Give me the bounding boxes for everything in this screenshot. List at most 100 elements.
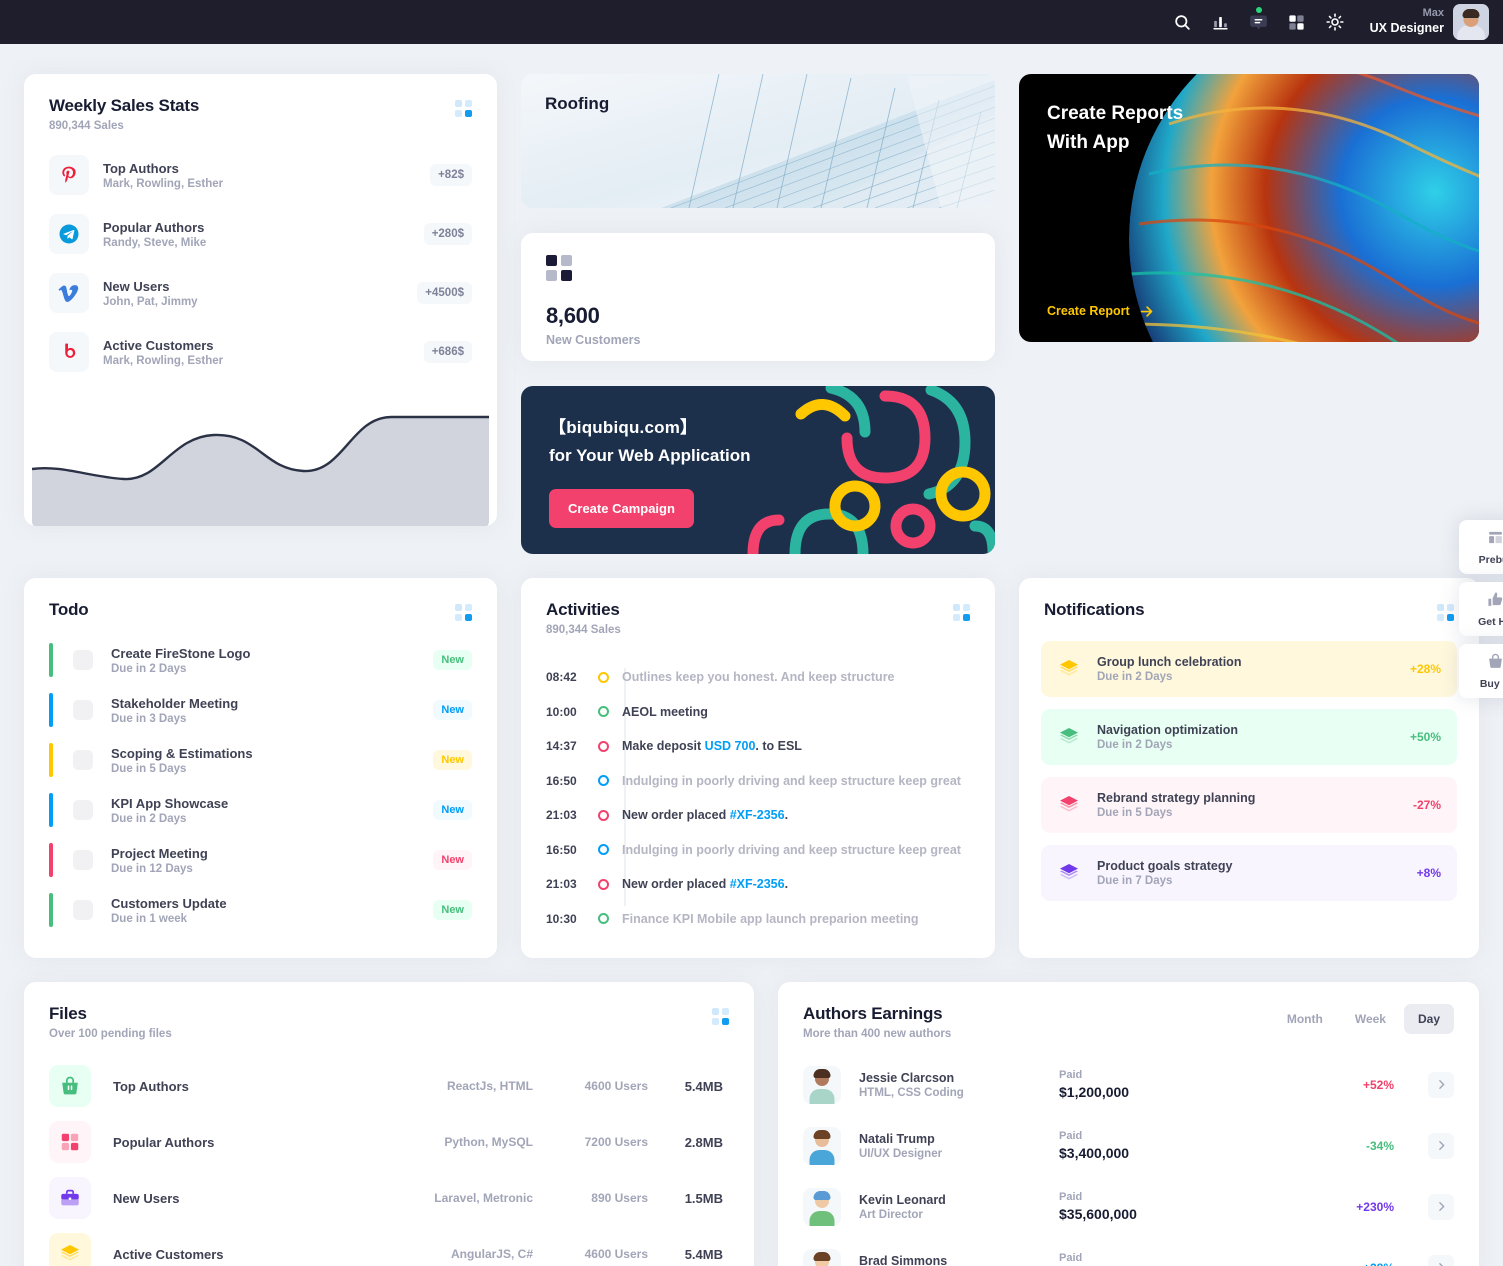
- table-row[interactable]: Jessie Clarcson HTML, CSS Coding Paid $1…: [778, 1054, 1479, 1115]
- todo-checkbox[interactable]: [73, 700, 93, 720]
- create-reports-card[interactable]: Create Reports With App Create Report: [1019, 74, 1479, 342]
- activity-time: 16:50: [546, 773, 577, 788]
- user-menu[interactable]: Max UX Designer: [1370, 4, 1489, 40]
- list-item[interactable]: Product goals strategy Due in 7 Days +8%: [1041, 845, 1457, 901]
- table-row[interactable]: Popular Authors Python, MySQL 7200 Users…: [24, 1114, 754, 1170]
- timeline-dot-icon: [598, 809, 609, 821]
- online-status-dot: [1255, 7, 1262, 13]
- tab-day[interactable]: Day: [1403, 1004, 1454, 1034]
- create-report-link[interactable]: Create Report: [1047, 304, 1154, 318]
- chevron-right-icon[interactable]: [1428, 1132, 1454, 1159]
- list-item[interactable]: Project Meeting Due in 12 Days New: [24, 843, 497, 877]
- list-item[interactable]: KPI App Showcase Due in 2 Days New: [24, 793, 497, 827]
- chevron-right-icon[interactable]: [1428, 1193, 1454, 1220]
- avatar: [803, 1187, 841, 1226]
- tab-week[interactable]: Week: [1341, 1004, 1400, 1034]
- item-name: New Users: [103, 278, 170, 294]
- table-row[interactable]: Active Customers AngularJS, C# 4600 User…: [24, 1226, 754, 1266]
- table-row[interactable]: Brad Simmons Successful Fellas Paid $200…: [778, 1237, 1479, 1266]
- timeline-dot-icon: [598, 878, 609, 890]
- weekly-sales-list: Top Authors Mark, Rowling, Esther +82$ P…: [24, 132, 497, 391]
- earnings-percent: +28%: [1289, 1261, 1428, 1266]
- timeline-dot-icon: [598, 706, 609, 718]
- list-item[interactable]: Customers Update Due in 1 week New: [24, 893, 497, 927]
- todo-checkbox[interactable]: [73, 750, 93, 770]
- tab-month[interactable]: Month: [1273, 1004, 1337, 1034]
- status-badge: New: [433, 650, 472, 670]
- buy-now-button[interactable]: Buy N: [1459, 644, 1503, 698]
- list-item: 14:37 Make deposit USD 700. to ESL: [546, 729, 970, 764]
- status-badge: +4500$: [417, 282, 472, 304]
- grid-menu-icon[interactable]: [953, 604, 970, 621]
- activity-text: Outlines keep you honest. And keep struc…: [622, 670, 895, 685]
- todo-checkbox[interactable]: [73, 650, 93, 670]
- notification-due: Due in 2 Days: [1097, 671, 1173, 683]
- telegram-icon: [49, 214, 89, 254]
- chat-icon[interactable]: [1240, 3, 1278, 41]
- prebuilt-button[interactable]: Prebui: [1459, 520, 1503, 574]
- grid-menu-icon[interactable]: [455, 100, 472, 117]
- paid-label: Paid: [1059, 1191, 1083, 1203]
- todo-due: Due in 5 Days: [111, 762, 187, 775]
- table-row[interactable]: New Users Laravel, Metronic 890 Users 1.…: [24, 1170, 754, 1226]
- roofing-card[interactable]: Roofing: [521, 74, 995, 208]
- todo-due: Due in 3 Days: [111, 712, 187, 725]
- notification-due: Due in 7 Days: [1097, 875, 1173, 887]
- files-subtitle: Over 100 pending files: [49, 1028, 172, 1040]
- activity-link[interactable]: USD 700: [705, 739, 756, 753]
- list-item[interactable]: Create FireStone Logo Due in 2 Days New: [24, 643, 497, 677]
- todo-checkbox[interactable]: [73, 900, 93, 920]
- list-item[interactable]: Scoping & Estimations Due in 5 Days New: [24, 743, 497, 777]
- grid-menu-icon[interactable]: [455, 604, 472, 621]
- pinterest-icon: [49, 155, 89, 195]
- activity-time: 08:42: [546, 670, 577, 685]
- file-size: 5.4MB: [684, 1246, 723, 1262]
- table-row[interactable]: Top Authors ReactJs, HTML 4600 Users 5.4…: [24, 1058, 754, 1114]
- chart-bar-icon[interactable]: [1202, 3, 1240, 41]
- activity-link[interactable]: #XF-2356: [730, 808, 785, 822]
- get-help-button[interactable]: Get He: [1459, 582, 1503, 636]
- priority-bar: [49, 693, 53, 727]
- author-name: Brad Simmons: [859, 1253, 948, 1266]
- list-item[interactable]: Top Authors Mark, Rowling, Esther +82$: [49, 155, 472, 195]
- chevron-right-icon[interactable]: [1428, 1071, 1454, 1098]
- bloglovin-icon: [49, 332, 89, 372]
- list-item[interactable]: Rebrand strategy planning Due in 5 Days …: [1041, 777, 1457, 833]
- grid-menu-icon[interactable]: [712, 1008, 729, 1025]
- earnings-percent: +52%: [1362, 1077, 1394, 1092]
- todo-card: Todo Create FireStone Logo Due in 2 Days…: [24, 578, 497, 958]
- activity-link[interactable]: #XF-2356: [730, 877, 785, 891]
- paid-amount: $1,200,000: [1059, 1084, 1130, 1100]
- grid-menu-icon[interactable]: [1437, 604, 1454, 621]
- earnings-percent: -34%: [1365, 1138, 1394, 1153]
- table-row[interactable]: Natali Trump UI/UX Designer Paid $3,400,…: [778, 1115, 1479, 1176]
- author-name: Kevin Leonard: [859, 1192, 946, 1207]
- status-badge: +686$: [423, 341, 472, 363]
- todo-checkbox[interactable]: [73, 800, 93, 820]
- todo-due: Due in 12 Days: [111, 862, 193, 875]
- list-item[interactable]: Navigation optimization Due in 2 Days +5…: [1041, 709, 1457, 765]
- earnings-period-tabs[interactable]: Month Week Day: [1273, 1004, 1454, 1034]
- brightness-icon[interactable]: [1316, 3, 1354, 41]
- list-item[interactable]: Group lunch celebration Due in 2 Days +2…: [1041, 641, 1457, 697]
- search-icon[interactable]: [1164, 3, 1202, 41]
- avatar[interactable]: [1453, 4, 1489, 40]
- thumbs-up-icon: [1487, 592, 1502, 606]
- list-item[interactable]: Popular Authors Randy, Steve, Mike +280$: [49, 214, 472, 254]
- chevron-right-icon[interactable]: [1428, 1254, 1454, 1266]
- notifications-card: Notifications Group lunch celebration Du…: [1019, 578, 1479, 958]
- activity-time: 10:30: [546, 911, 577, 926]
- new-customers-value: 8,600: [546, 303, 600, 328]
- create-campaign-button[interactable]: Create Campaign: [549, 489, 694, 528]
- grid-icon[interactable]: [1278, 3, 1316, 41]
- floating-side-panel: Prebui Get He Buy N: [1459, 520, 1503, 698]
- todo-checkbox[interactable]: [73, 850, 93, 870]
- author-name: Jessie Clarcson: [859, 1070, 955, 1085]
- list-item[interactable]: Stakeholder Meeting Due in 3 Days New: [24, 693, 497, 727]
- list-item[interactable]: Active Customers Mark, Rowling, Esther +…: [49, 332, 472, 372]
- list-item[interactable]: New Users John, Pat, Jimmy +4500$: [49, 273, 472, 313]
- table-row[interactable]: Kevin Leonard Art Director Paid $35,600,…: [778, 1176, 1479, 1237]
- item-name: Popular Authors: [103, 219, 205, 235]
- todo-list: Create FireStone Logo Due in 2 Days New …: [24, 643, 497, 927]
- file-tech: Laravel, Metronic: [434, 1191, 533, 1205]
